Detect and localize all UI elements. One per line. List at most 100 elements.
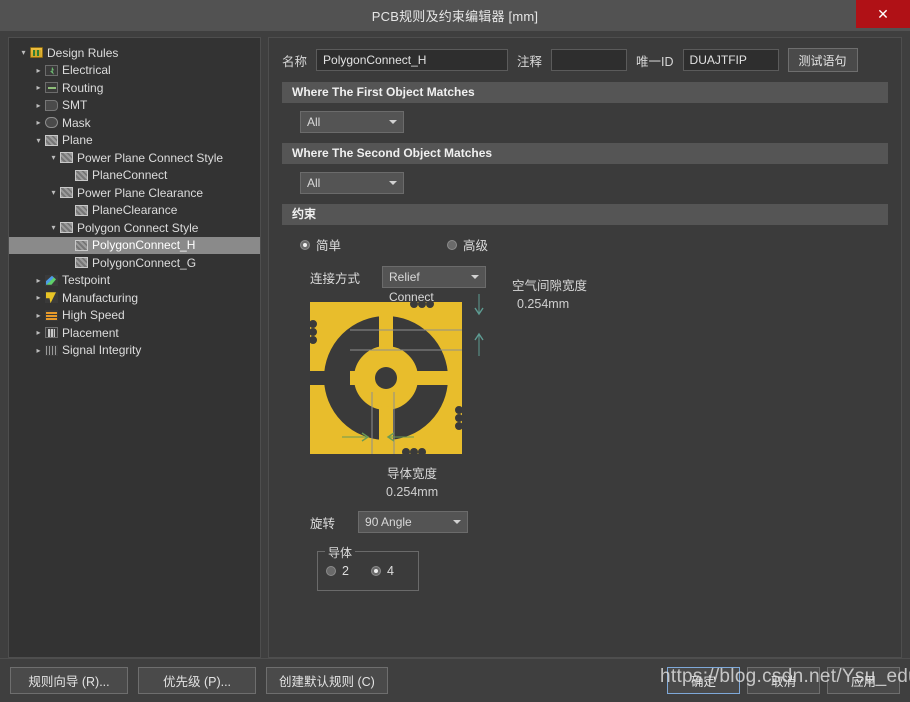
tree-item-electrical[interactable]: Electrical	[9, 62, 260, 80]
footer-right-buttons: 确定 取消 应用	[667, 667, 900, 694]
chevron-down-icon	[453, 520, 462, 524]
radio-conductors-4-label: 4	[386, 564, 394, 578]
chevron-down-icon[interactable]	[47, 221, 60, 234]
second-object-header: Where The Second Object Matches	[282, 143, 888, 164]
chevron-right-icon[interactable]	[32, 344, 45, 357]
test-query-button[interactable]: 测试语句	[787, 48, 858, 72]
connect-style-select[interactable]: Relief Connect	[382, 266, 487, 304]
first-object-header: Where The First Object Matches	[282, 82, 888, 103]
chevron-right-icon[interactable]	[32, 309, 45, 322]
plane-icon	[75, 257, 88, 269]
chevron-down-icon[interactable]	[47, 186, 60, 199]
chevron-right-icon[interactable]	[32, 274, 45, 287]
routing-icon	[45, 82, 58, 94]
tree-item-label: Testpoint	[62, 273, 111, 288]
chevron-right-icon[interactable]	[32, 291, 45, 304]
ok-button[interactable]: 确定	[667, 667, 740, 694]
tree-item-label: Manufacturing	[62, 290, 139, 305]
radio-conductors-4[interactable]: 4	[370, 564, 394, 578]
chevron-down-icon	[389, 120, 397, 124]
tree-item-routing[interactable]: Routing	[9, 79, 260, 97]
rule-name-input[interactable]	[316, 49, 509, 71]
first-object-section: Where The First Object Matches All	[282, 82, 888, 133]
window-title: PCB规则及约束编辑器 [mm]	[371, 9, 539, 24]
rule-editor-panel: 名称 注释 唯一ID 测试语句 Where The First Object M…	[268, 37, 902, 658]
radio-simple[interactable]: 简单	[300, 235, 341, 254]
constraints-header: 约束	[282, 204, 888, 225]
chevron-down-icon[interactable]	[17, 46, 30, 59]
tree-item-signal-integrity[interactable]: Signal Integrity	[9, 342, 260, 360]
tree-item-planeclearance[interactable]: PlaneClearance	[9, 202, 260, 220]
plane-icon	[60, 187, 73, 199]
plane-icon	[45, 134, 58, 146]
chevron-right-icon[interactable]	[32, 99, 45, 112]
radio-simple-label: 简单	[316, 239, 342, 253]
connect-style-row: 连接方式 Relief Connect	[310, 266, 888, 304]
chevron-right-icon[interactable]	[32, 116, 45, 129]
chevron-down-icon[interactable]	[32, 134, 45, 147]
tree-item-polygon-connect-style[interactable]: Polygon Connect Style	[9, 219, 260, 237]
first-object-scope-select[interactable]: All	[300, 111, 404, 133]
cancel-button[interactable]: 取消	[747, 667, 820, 694]
tree-item-label: SMT	[62, 98, 88, 113]
tree-item-polygonconnect-g[interactable]: PolygonConnect_G	[9, 254, 260, 272]
second-object-section: Where The Second Object Matches All	[282, 143, 888, 194]
second-object-scope-select[interactable]: All	[300, 172, 404, 194]
design-rules-tree[interactable]: Design Rules Electrical Routing SMT Mask Plan…	[8, 37, 261, 658]
tree-item-polygonconnect-h[interactable]: PolygonConnect_H	[9, 236, 260, 254]
conductors-group: 导体 2 4	[317, 544, 419, 591]
plane-icon	[75, 169, 88, 181]
tree-item-label: PolygonConnect_G	[92, 255, 197, 270]
connect-style-value: Relief Connect	[389, 270, 434, 304]
conductor-width-label: 导体宽度	[387, 467, 438, 481]
tree-item-label: PolygonConnect_H	[92, 238, 196, 253]
tree-item-plane[interactable]: Plane	[9, 132, 260, 150]
smt-icon	[45, 99, 58, 111]
connect-style-label: 连接方式	[310, 271, 361, 286]
tree-item-power-plane-connect-style[interactable]: Power Plane Connect Style	[9, 149, 260, 167]
chevron-right-icon[interactable]	[32, 81, 45, 94]
tree-item-label: Electrical	[62, 63, 111, 78]
tree-item-manufacturing[interactable]: Manufacturing	[9, 289, 260, 307]
tree-item-label: Power Plane Connect Style	[77, 150, 224, 165]
plane-icon	[60, 222, 73, 234]
close-icon[interactable]: ✕	[856, 0, 910, 28]
chevron-right-icon[interactable]	[32, 326, 45, 339]
tree-item-high-speed[interactable]: High Speed	[9, 307, 260, 325]
electrical-icon	[45, 64, 58, 76]
tree-item-power-plane-clearance[interactable]: Power Plane Clearance	[9, 184, 260, 202]
rotation-value: 90 Angle	[365, 515, 412, 529]
chevron-down-icon[interactable]	[47, 151, 60, 164]
tree-item-planeconnect[interactable]: PlaneConnect	[9, 167, 260, 185]
tree-item-label: Polygon Connect Style	[77, 220, 199, 235]
comment-label: 注释	[517, 54, 543, 69]
footer-left-buttons: 规则向导 (R)... 优先级 (P)... 创建默认规则 (C)	[10, 667, 388, 694]
placement-icon	[45, 327, 58, 339]
comment-input[interactable]	[551, 49, 628, 71]
tree-item-label: Mask	[62, 115, 91, 130]
rule-wizard-button[interactable]: 规则向导 (R)...	[10, 667, 128, 694]
air-gap-label: 空气间隙宽度	[512, 279, 588, 293]
tree-item-smt[interactable]: SMT	[9, 97, 260, 115]
conductors-group-label: 导体	[325, 544, 356, 561]
conductors-radios: 2 4	[318, 564, 418, 578]
priority-button[interactable]: 优先级 (P)...	[138, 667, 256, 694]
first-object-scope-value: All	[307, 115, 321, 129]
apply-button[interactable]: 应用	[827, 667, 900, 694]
unique-id-input[interactable]	[682, 49, 779, 71]
tree-item-mask[interactable]: Mask	[9, 114, 260, 132]
second-object-scope-value: All	[307, 176, 321, 190]
tree-item-design-rules[interactable]: Design Rules	[9, 44, 260, 62]
chevron-right-icon[interactable]	[32, 64, 45, 77]
constraint-mode-radios: 简单 高级	[300, 235, 888, 254]
tree-item-testpoint[interactable]: Testpoint	[9, 272, 260, 290]
pcb-rules-dialog: PCB规则及约束编辑器 [mm] ✕ Design Rules Electrica…	[0, 0, 910, 702]
radio-conductors-2[interactable]: 2	[326, 564, 349, 578]
radio-advanced[interactable]: 高级	[447, 235, 488, 254]
tree-item-placement[interactable]: Placement	[9, 324, 260, 342]
rotation-select[interactable]: 90 Angle	[358, 511, 469, 533]
dialog-footer: 规则向导 (R)... 优先级 (P)... 创建默认规则 (C) 确定 取消 …	[0, 658, 910, 702]
rotation-label: 旋转	[310, 516, 336, 531]
name-label: 名称	[282, 54, 308, 69]
create-default-rules-button[interactable]: 创建默认规则 (C)	[266, 667, 388, 694]
